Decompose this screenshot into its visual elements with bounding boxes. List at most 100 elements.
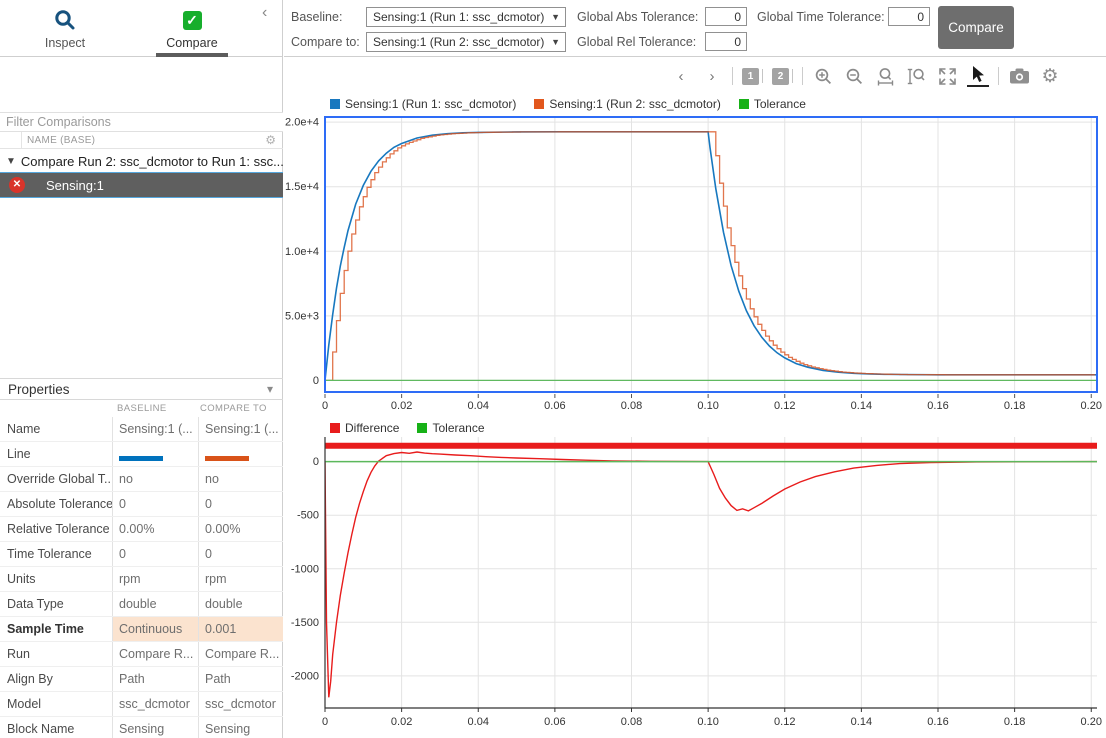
snapshot-camera-icon[interactable]	[1008, 65, 1030, 87]
legend-color-chip	[330, 423, 340, 433]
x-tick-label: 0.12	[774, 400, 795, 412]
toolbar-separator	[762, 69, 763, 83]
property-value-compare: no	[198, 467, 283, 491]
global-abs-tolerance-input[interactable]	[705, 7, 747, 26]
compare-check-icon: ✓	[147, 6, 237, 34]
difference-chart[interactable]: DifferenceTolerance 00.020.040.060.080.1…	[283, 413, 1106, 738]
zoom-x-icon[interactable]	[874, 65, 896, 87]
property-value-baseline: Continuous	[112, 617, 198, 641]
x-tick-label: 0	[322, 400, 328, 412]
x-tick-label: 0.02	[391, 400, 412, 412]
property-value-baseline	[112, 442, 198, 466]
zoom-in-icon[interactable]	[812, 65, 834, 87]
x-tick-label: 0.06	[544, 400, 565, 412]
filter-comparisons-input[interactable]	[0, 113, 283, 131]
tab-inspect-label: Inspect	[20, 36, 110, 50]
legend-item: Tolerance	[739, 97, 806, 111]
property-row-data-type[interactable]: Data Typedoubledouble	[0, 592, 283, 617]
signal-row-sensing1[interactable]: ✕ Sensing:1	[0, 172, 283, 198]
x-tick-label: 0.18	[1004, 716, 1025, 728]
column-settings-gear-icon[interactable]: ⚙	[265, 133, 283, 147]
legend-item: Sensing:1 (Run 1: ssc_dcmotor)	[330, 97, 516, 111]
x-tick-label: 0.02	[391, 716, 412, 728]
legend-label: Sensing:1 (Run 1: ssc_dcmotor)	[345, 97, 516, 111]
x-tick-label: 0.06	[544, 716, 565, 728]
property-value-baseline: Path	[112, 667, 198, 691]
name-base-label: NAME (BASE)	[22, 135, 265, 146]
global-time-tolerance-label: Global Time Tolerance:	[757, 10, 885, 24]
compare-to-dropdown[interactable]: Sensing:1 (Run 2: ssc_dcmotor) ▼	[366, 32, 566, 52]
property-value-compare: Compare R...	[198, 642, 283, 666]
series-sensing-1-run-2-ssc-dcmotor	[325, 132, 1095, 381]
signals-chart-plot[interactable]: 00.020.040.060.080.100.120.140.160.180.2…	[283, 95, 1106, 428]
expand-caret-icon[interactable]: ▼	[0, 156, 21, 167]
subplot-layout-1-button[interactable]: 1	[742, 68, 759, 85]
zoom-out-icon[interactable]	[843, 65, 865, 87]
legend-color-chip	[739, 99, 749, 109]
compare-to-dropdown-value: Sensing:1 (Run 2: ssc_dcmotor)	[367, 35, 551, 49]
property-value-compare: ssc_dcmotor	[198, 692, 283, 716]
fit-to-view-icon[interactable]	[936, 65, 958, 87]
signals-chart-legend: Sensing:1 (Run 1: ssc_dcmotor)Sensing:1 …	[330, 97, 806, 111]
x-tick-label: 0.08	[621, 400, 642, 412]
y-tick-label: 5.0e+3	[285, 310, 319, 322]
property-value-compare: double	[198, 592, 283, 616]
collapse-panel-icon[interactable]: ‹	[262, 4, 267, 22]
property-row-time-tolerance[interactable]: Time Tolerance00	[0, 542, 283, 567]
zoom-y-icon[interactable]	[905, 65, 927, 87]
properties-title: Properties	[0, 382, 267, 397]
inspect-magnifier-icon	[20, 6, 110, 34]
legend-item: Difference	[330, 421, 399, 435]
comparison-group-row[interactable]: ▼ Compare Run 2: ssc_dcmotor to Run 1: s…	[0, 151, 283, 172]
property-value-baseline: ssc_dcmotor	[112, 692, 198, 716]
property-label: Run	[0, 642, 112, 666]
tab-compare[interactable]: ✓ Compare	[147, 6, 237, 50]
x-tick-label: 0.16	[927, 400, 948, 412]
compare-to-column-header: COMPARE TO	[200, 403, 267, 414]
prev-page-icon[interactable]: ‹	[670, 65, 692, 87]
subplot-layout-2-button[interactable]: 2	[772, 68, 789, 85]
x-tick-label: 0.04	[468, 716, 489, 728]
settings-gear-icon[interactable]: ⚙	[1039, 65, 1061, 87]
baseline-line-swatch	[119, 456, 163, 461]
y-tick-label: -1000	[291, 563, 319, 575]
property-value-compare: 0	[198, 542, 283, 566]
property-row-run[interactable]: RunCompare R...Compare R...	[0, 642, 283, 667]
property-row-model[interactable]: Modelssc_dcmotorssc_dcmotor	[0, 692, 283, 717]
property-label: Units	[0, 567, 112, 591]
difference-chart-plot[interactable]: 00.020.040.060.080.100.120.140.160.180.2…	[283, 413, 1106, 738]
pointer-tool-icon[interactable]	[967, 65, 989, 87]
property-row-relative-tolerance[interactable]: Relative Tolerance0.00%0.00%	[0, 517, 283, 542]
property-value-compare: 0.00%	[198, 517, 283, 541]
property-row-block-name[interactable]: Block NameSensingSensing	[0, 717, 283, 738]
property-row-sample-time[interactable]: Sample TimeContinuous0.001	[0, 617, 283, 642]
property-row-line[interactable]: Line	[0, 442, 283, 467]
property-row-absolute-tolerance[interactable]: Absolute Tolerance00	[0, 492, 283, 517]
compare-button[interactable]: Compare	[938, 6, 1014, 49]
x-tick-label: 0.12	[774, 716, 795, 728]
property-row-override-global-t[interactable]: Override Global T...nono	[0, 467, 283, 492]
dropdown-arrow-icon: ▼	[551, 12, 565, 22]
out-of-tolerance-icon: ✕	[9, 177, 25, 193]
properties-header[interactable]: Properties ▾	[0, 378, 283, 400]
global-time-tolerance-input[interactable]	[888, 7, 930, 26]
property-row-name[interactable]: NameSensing:1 (...Sensing:1 (...	[0, 417, 283, 442]
tab-inspect[interactable]: Inspect	[20, 6, 110, 50]
filter-comparisons-row	[0, 112, 283, 132]
x-tick-label: 0.10	[697, 400, 718, 412]
global-rel-tolerance-input[interactable]	[705, 32, 747, 51]
signals-chart[interactable]: Sensing:1 (Run 1: ssc_dcmotor)Sensing:1 …	[283, 95, 1106, 425]
baseline-dropdown-value: Sensing:1 (Run 1: ssc_dcmotor)	[367, 10, 551, 24]
property-row-units[interactable]: Unitsrpmrpm	[0, 567, 283, 592]
legend-label: Difference	[345, 421, 399, 435]
y-tick-label: -500	[297, 510, 319, 522]
active-tab-underline	[156, 53, 228, 57]
property-label: Block Name	[0, 717, 112, 738]
chevron-down-icon[interactable]: ▾	[267, 382, 283, 396]
baseline-dropdown[interactable]: Sensing:1 (Run 1: ssc_dcmotor) ▼	[366, 7, 566, 27]
signal-row-label: Sensing:1	[46, 178, 104, 193]
y-tick-label: 1.0e+4	[285, 246, 319, 258]
next-page-icon[interactable]: ›	[701, 65, 723, 87]
property-label: Name	[0, 417, 112, 441]
property-row-align-by[interactable]: Align ByPathPath	[0, 667, 283, 692]
